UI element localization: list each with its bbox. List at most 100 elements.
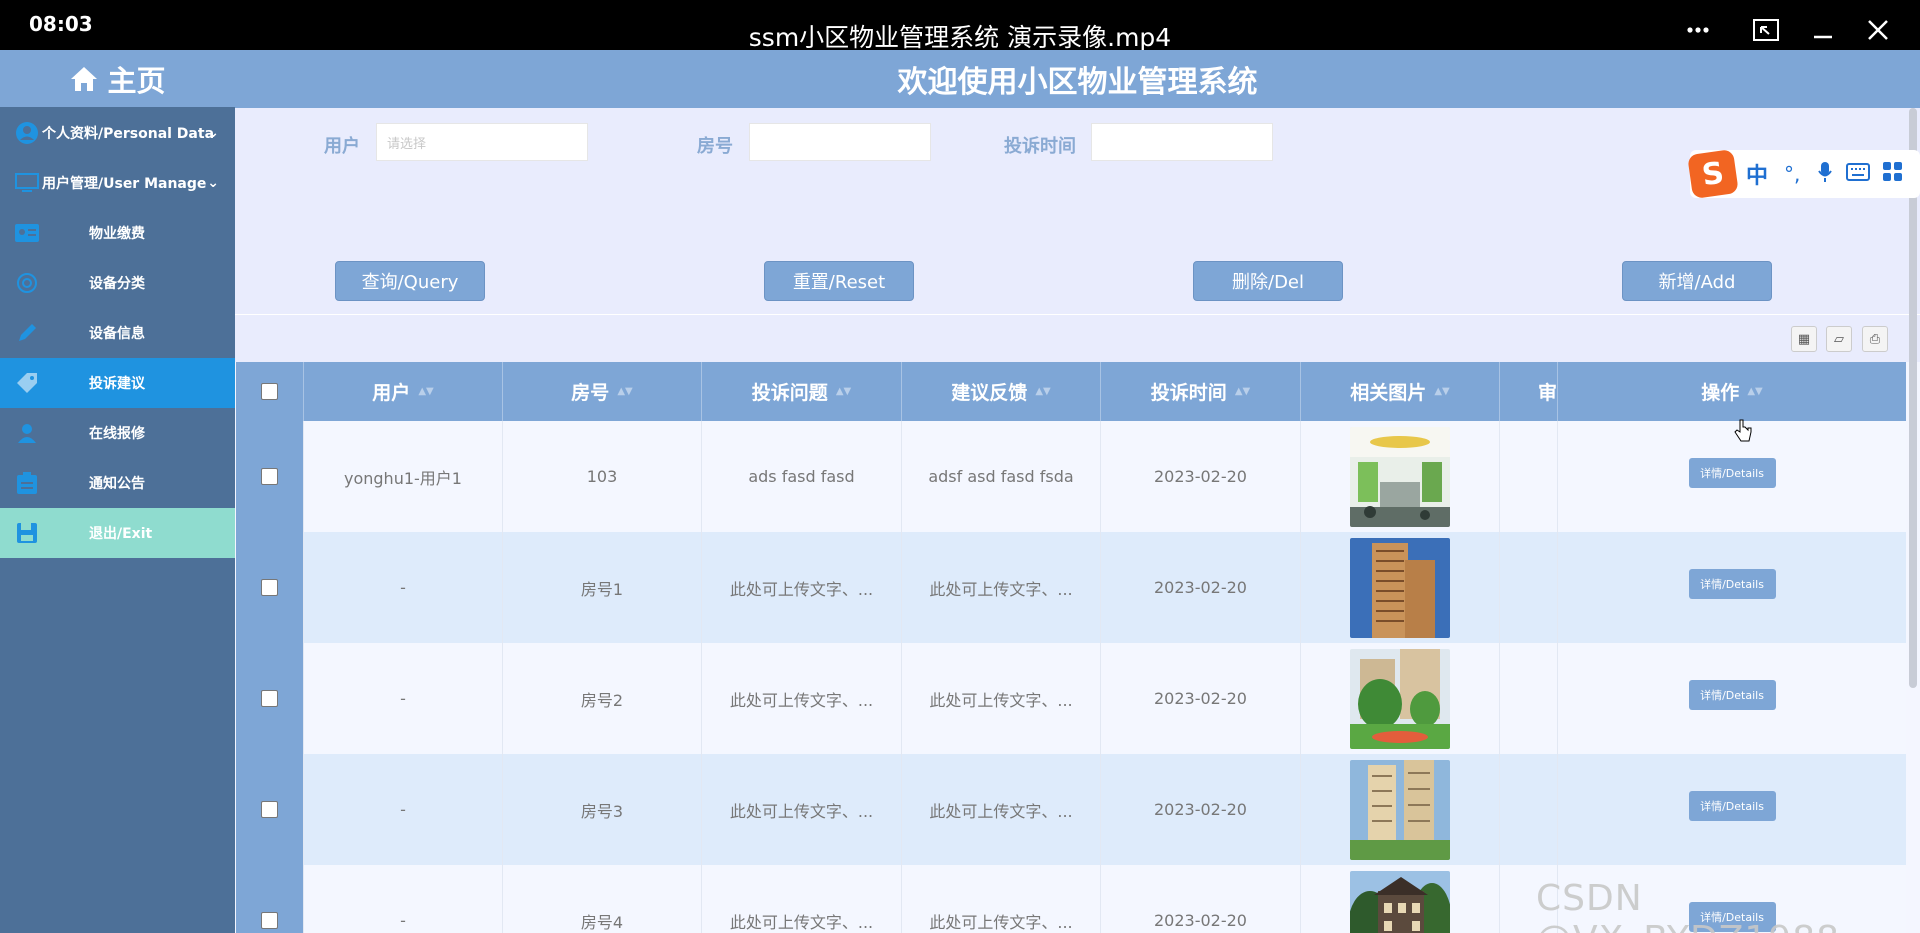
cell-room: 房号1 (503, 532, 702, 643)
sidebar-item-repair[interactable]: 在线报修 (0, 408, 235, 458)
twin-towers-thumbnail[interactable] (1350, 759, 1450, 860)
room-field-label: 房号 (697, 136, 733, 157)
sort-icon: ▲▼ (1234, 386, 1251, 397)
sidebar-item-notice[interactable]: 通知公告 (0, 458, 235, 508)
close-icon[interactable] (1860, 12, 1896, 48)
add-button[interactable]: 新增/Add (1622, 261, 1772, 301)
player-title: ssm小区物业管理系统 演示录像.mp4 (748, 23, 1172, 52)
target-icon (14, 272, 40, 294)
sidebar-item-personal-data[interactable]: 个人资料/Personal Data ⌄ (0, 108, 235, 158)
sort-icon: ▲▼ (835, 386, 852, 397)
details-button[interactable]: 详情/Details (1688, 457, 1776, 488)
user-circle-icon (14, 122, 40, 144)
column-header-feedback[interactable]: 建议反馈 ▲▼ (902, 362, 1101, 421)
time-input[interactable] (1091, 123, 1273, 161)
minimize-icon[interactable] (1805, 12, 1841, 48)
cell-issue: 此处可上传文字、... (702, 643, 902, 754)
sidebar-item-device-category[interactable]: 设备分类 (0, 258, 235, 308)
app-window: 主页 个人资料/Personal Data ⌄ 用户管理/User Manage… (0, 50, 1920, 933)
cell-image (1301, 421, 1500, 532)
tag-icon (14, 372, 40, 394)
cell-actions: 详情/Details (1558, 421, 1906, 532)
table-header: 用户 ▲▼ 房号 ▲▼ 投诉问题 ▲▼ 建议反馈 ▲▼ 投诉时间 ▲▼ 相关图片 ▲▼ 审 … (236, 362, 1906, 421)
watermark: CSDN @VX_BYDZ1988 (1536, 878, 1839, 933)
column-header-room[interactable]: 房号 ▲▼ (503, 362, 702, 421)
query-button[interactable]: 查询/Query (335, 261, 485, 301)
cell-image (1301, 643, 1500, 754)
cell-feedback: 此处可上传文字、... (902, 643, 1101, 754)
cell-image (1301, 865, 1500, 933)
column-header-image[interactable]: 相关图片 ▲▼ (1301, 362, 1500, 421)
cell-image (1301, 754, 1500, 865)
column-header-label: 房号 (571, 382, 610, 404)
user-select[interactable]: 请选择 (376, 123, 588, 161)
sogou-logo[interactable]: S (1687, 149, 1739, 199)
villa-thumbnail[interactable] (1350, 870, 1450, 933)
person-icon (14, 422, 40, 444)
ime-menu-icon[interactable] (1882, 161, 1904, 187)
row-checkbox[interactable] (261, 801, 278, 818)
clipboard-icon (14, 472, 40, 494)
cell-actions: 详情/Details (1558, 532, 1906, 643)
table-row: - 房号3 此处可上传文字、... 此处可上传文字、... 2023-02-20… (236, 754, 1906, 865)
sidebar-item-label: 通知公告 (89, 476, 145, 492)
cell-room: 103 (503, 421, 702, 532)
column-header-label: 投诉时间 (1150, 382, 1227, 404)
high-rise-thumbnail[interactable] (1350, 537, 1450, 638)
sort-icon: ▲▼ (617, 386, 633, 397)
cell-issue: 此处可上传文字、... (702, 865, 902, 933)
column-header-label: 投诉问题 (751, 382, 828, 404)
column-header-user[interactable]: 用户 ▲▼ (304, 362, 503, 421)
column-header-time[interactable]: 投诉时间 ▲▼ (1101, 362, 1301, 421)
cell-feedback: 此处可上传文字、... (902, 532, 1101, 643)
reset-button[interactable]: 重置/Reset (764, 261, 914, 301)
sidebar-item-complaints[interactable]: 投诉建议 (0, 358, 235, 408)
row-checkbox[interactable] (261, 690, 278, 707)
cell-time: 2023-02-20 (1101, 754, 1301, 865)
column-header-label: 用户 (372, 382, 411, 404)
office-lobby-thumbnail[interactable] (1350, 426, 1450, 527)
sidebar-home[interactable]: 主页 (0, 50, 235, 107)
select-all-checkbox[interactable] (261, 383, 278, 400)
print-icon[interactable]: ⎙ (1862, 326, 1888, 352)
row-checkbox[interactable] (261, 579, 278, 596)
column-header-actions[interactable]: 操作 ▲▼ (1558, 362, 1906, 421)
microphone-icon[interactable] (1818, 161, 1833, 187)
ime-punctuation-icon[interactable]: °, (1784, 162, 1800, 186)
more-icon[interactable] (1680, 12, 1716, 48)
sidebar-item-label: 个人资料/Personal Data (42, 126, 215, 142)
keyboard-icon[interactable] (1846, 163, 1871, 185)
column-header-issue[interactable]: 投诉问题 ▲▼ (702, 362, 902, 421)
cell-user: - (304, 754, 503, 865)
sort-icon: ▲▼ (1434, 386, 1450, 397)
id-card-icon (14, 222, 40, 244)
details-button[interactable]: 详情/Details (1688, 568, 1776, 599)
sidebar-item-user-manage[interactable]: 用户管理/User Manage ⌄ (0, 158, 235, 208)
delete-button[interactable]: 删除/Del (1193, 261, 1343, 301)
sort-icon: ▲▼ (418, 386, 434, 397)
room-input[interactable] (749, 123, 931, 161)
sidebar-item-label: 设备分类 (89, 276, 145, 292)
sidebar-item-exit[interactable]: 退出/Exit (0, 508, 235, 558)
details-button[interactable]: 详情/Details (1688, 790, 1776, 821)
picture-in-picture-icon[interactable] (1748, 12, 1784, 48)
time-field-label: 投诉时间 (1004, 136, 1076, 157)
details-button[interactable]: 详情/Details (1688, 679, 1776, 710)
row-checkbox[interactable] (261, 912, 278, 929)
column-header-review[interactable]: 审 (1500, 362, 1558, 421)
cell-time: 2023-02-20 (1101, 532, 1301, 643)
sidebar-item-device-info[interactable]: 设备信息 (0, 308, 235, 358)
row-checkbox[interactable] (261, 468, 278, 485)
cell-image (1301, 532, 1500, 643)
sidebar-item-property-fee[interactable]: 物业缴费 (0, 208, 235, 258)
home-icon (71, 66, 98, 91)
sidebar-item-label: 用户管理/User Manage (42, 176, 207, 192)
garden-estate-thumbnail[interactable] (1350, 648, 1450, 749)
table-toolbar: ▦ ▱ ⎙ (235, 314, 1920, 362)
columns-icon[interactable]: ▦ (1791, 326, 1817, 352)
column-header-label: 审 (1538, 382, 1558, 404)
ime-mode-toggle[interactable]: 中 (1746, 158, 1768, 190)
ime-toolbar: S 中 °, (1687, 149, 1920, 199)
export-icon[interactable]: ▱ (1826, 326, 1852, 352)
cell-issue: ads fasd fasd (702, 421, 902, 532)
